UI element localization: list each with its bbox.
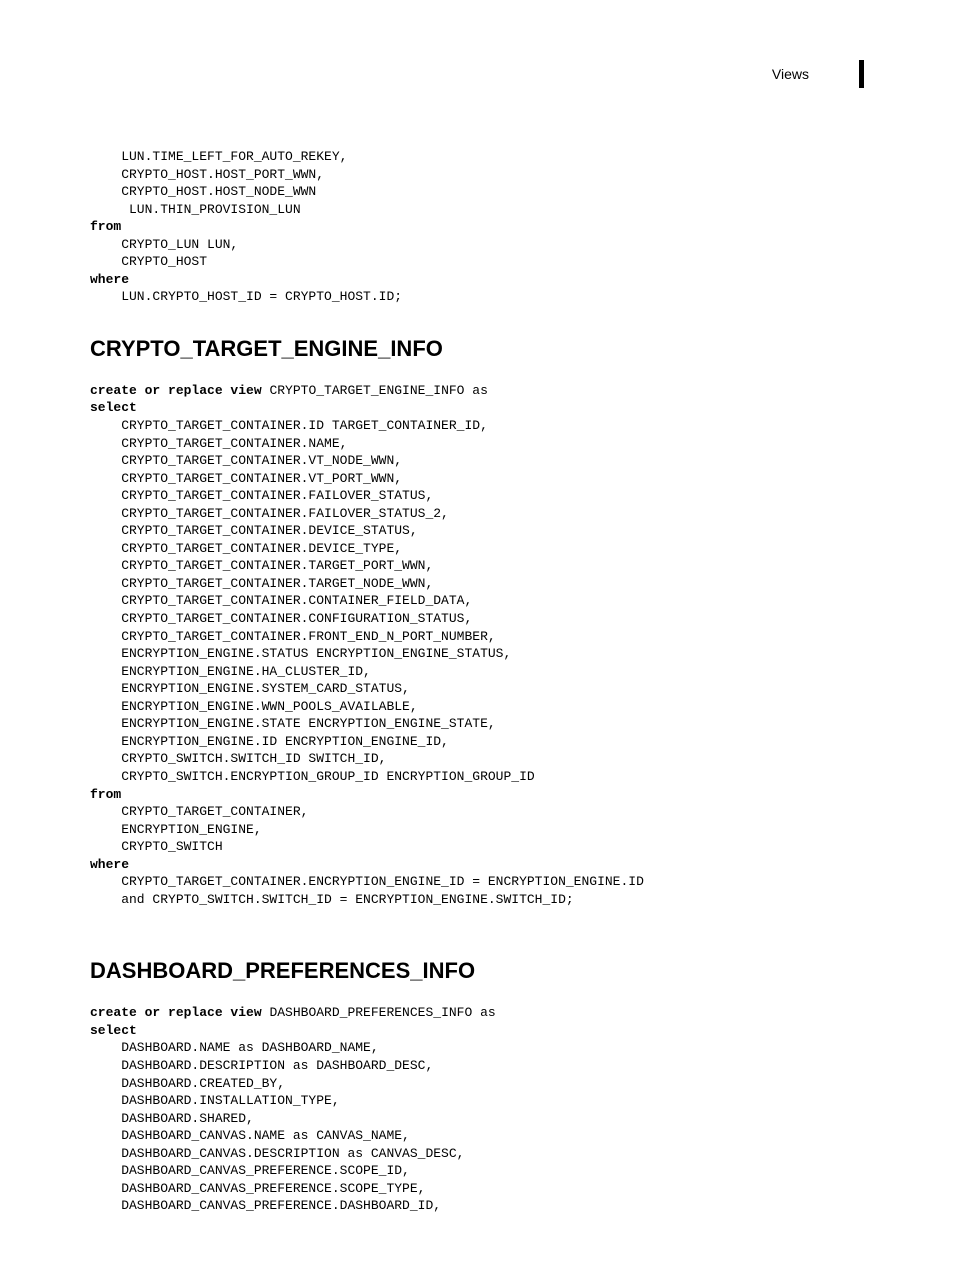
code-block-1: LUN.TIME_LEFT_FOR_AUTO_REKEY, CRYPTO_HOS…: [90, 148, 864, 306]
page-header: Views: [90, 60, 864, 88]
section-title-crypto-target: CRYPTO_TARGET_ENGINE_INFO: [90, 336, 864, 362]
code-block-3: create or replace view DASHBOARD_PREFERE…: [90, 1004, 864, 1215]
section-title-dashboard-pref: DASHBOARD_PREFERENCES_INFO: [90, 958, 864, 984]
header-bar-icon: [859, 60, 864, 88]
code-block-2: create or replace view CRYPTO_TARGET_ENG…: [90, 382, 864, 908]
header-label: Views: [772, 66, 809, 82]
